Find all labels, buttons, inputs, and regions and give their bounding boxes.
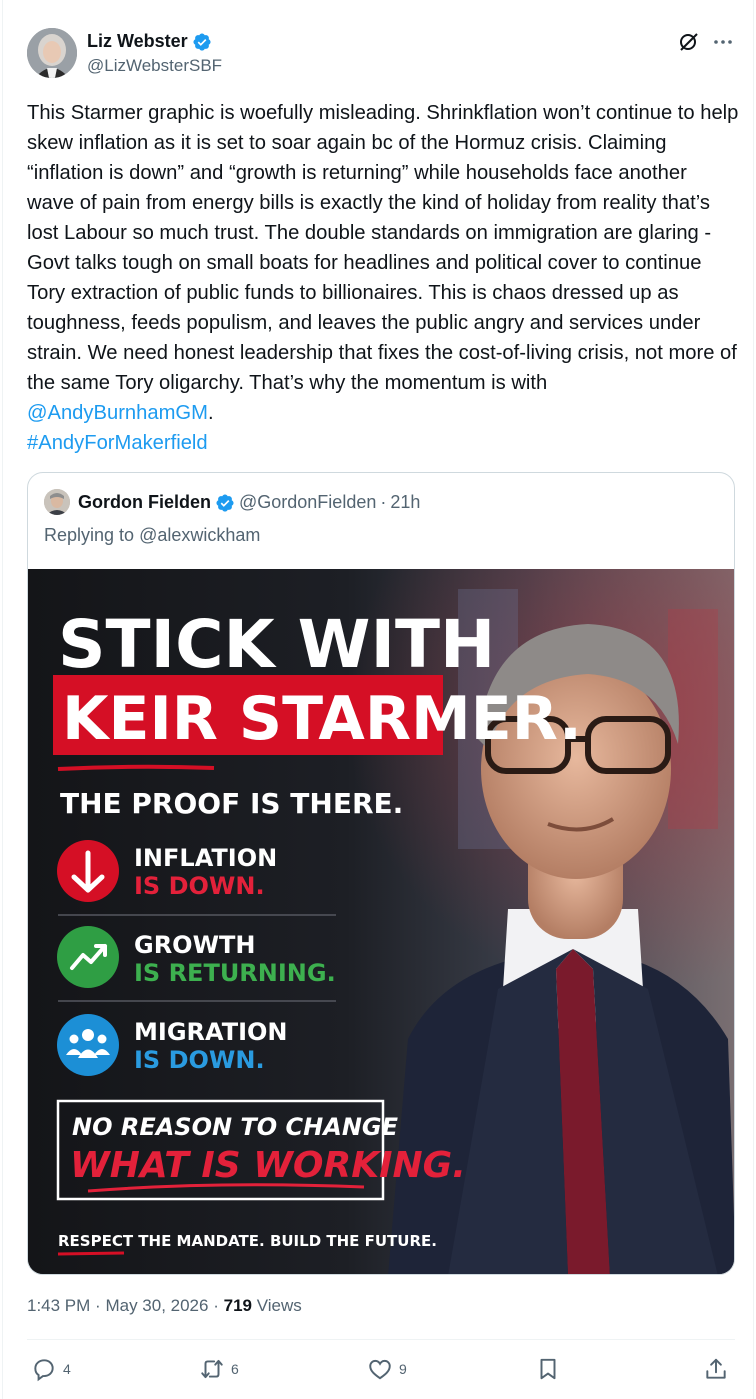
meta-separator: ·: [213, 1296, 219, 1315]
box-top-text: NO REASON TO CHANGE: [72, 1113, 399, 1141]
repost-count: 6: [231, 1361, 239, 1377]
tweet-body: This Starmer graphic is woefully mislead…: [27, 102, 739, 394]
tweet-meta: 1:43 PM · May 30, 2026 · 719 Views: [27, 1296, 302, 1316]
tweet-body-end: .: [207, 402, 214, 424]
like-button[interactable]: 9: [367, 1356, 407, 1382]
quote-separator: ·: [380, 492, 387, 512]
graphic-proof: THE PROOF IS THERE.: [60, 787, 403, 820]
item1-bottom: IS DOWN.: [134, 872, 265, 900]
heart-icon: [369, 1359, 391, 1380]
replying-to-label: Replying to: [44, 525, 135, 545]
hashtag-link[interactable]: #AndyForMakerfield: [27, 432, 208, 454]
quote-image[interactable]: STICK WITH KEIR STARMER. THE PROOF IS TH…: [28, 569, 734, 1274]
migration-people-icon: [57, 1014, 119, 1076]
graphic-footer: RESPECT THE MANDATE. BUILD THE FUTURE.: [58, 1232, 437, 1250]
reply-icon: [34, 1359, 54, 1382]
quote-author-handle[interactable]: @GordonFielden: [239, 492, 376, 513]
headline-underline: [57, 764, 215, 771]
author-avatar[interactable]: [27, 28, 77, 78]
quote-header: Gordon Fielden @GordonFielden · 21h: [78, 492, 420, 513]
bookmark-icon: [540, 1358, 556, 1380]
item3-top: MIGRATION: [134, 1018, 288, 1046]
reply-count: 4: [63, 1361, 71, 1377]
replying-to-handle[interactable]: @alexwickham: [139, 525, 260, 545]
tweet-text: This Starmer graphic is woefully mislead…: [27, 98, 739, 458]
quote-age[interactable]: 21h: [390, 492, 420, 513]
item2-top: GROWTH: [134, 931, 256, 959]
tweet-date[interactable]: May 30, 2026: [105, 1296, 208, 1315]
views-count: 719: [223, 1296, 252, 1315]
reply-button[interactable]: 4: [31, 1356, 71, 1382]
action-bar: 4 6 9: [27, 1352, 735, 1388]
views-label: Views: [256, 1296, 302, 1315]
quote-author-name[interactable]: Gordon Fielden: [78, 492, 211, 513]
tweet-time[interactable]: 1:43 PM: [27, 1296, 90, 1315]
graphic-headline-1: STICK WITH: [58, 606, 495, 683]
verified-badge-icon: [216, 493, 234, 512]
mention-link[interactable]: @AndyBurnhamGM: [27, 402, 208, 424]
repost-button[interactable]: 6: [199, 1356, 239, 1382]
author-name[interactable]: Liz Webster: [87, 31, 212, 52]
repost-icon: [201, 1359, 223, 1379]
divider: [27, 1339, 735, 1340]
author-handle[interactable]: @LizWebsterSBF: [87, 56, 222, 76]
meta-separator: ·: [95, 1296, 101, 1315]
campaign-graphic: STICK WITH KEIR STARMER. THE PROOF IS TH…: [28, 569, 734, 1274]
bookmark-button[interactable]: [535, 1356, 561, 1382]
quoted-tweet[interactable]: Gordon Fielden @GordonFielden · 21h Repl…: [27, 472, 735, 1275]
box-bottom-text: WHAT IS WORKING.: [70, 1145, 466, 1186]
item2-bottom: IS RETURNING.: [134, 959, 336, 987]
grok-icon[interactable]: [677, 30, 701, 54]
more-options-icon[interactable]: [711, 30, 735, 54]
author-name-text[interactable]: Liz Webster: [87, 31, 188, 52]
tweet-container: Liz Webster @LizWebsterSBF This Starmer …: [2, 0, 754, 1399]
quote-author-avatar[interactable]: [44, 489, 70, 515]
share-icon: [706, 1358, 726, 1379]
item1-top: INFLATION: [134, 844, 277, 872]
quote-replying-to: Replying to @alexwickham: [44, 525, 260, 546]
share-button[interactable]: [703, 1356, 729, 1382]
verified-badge-icon: [193, 32, 211, 51]
graphic-headline-2: KEIR STARMER.: [62, 684, 582, 754]
item3-bottom: IS DOWN.: [134, 1046, 265, 1074]
like-count: 9: [399, 1361, 407, 1377]
